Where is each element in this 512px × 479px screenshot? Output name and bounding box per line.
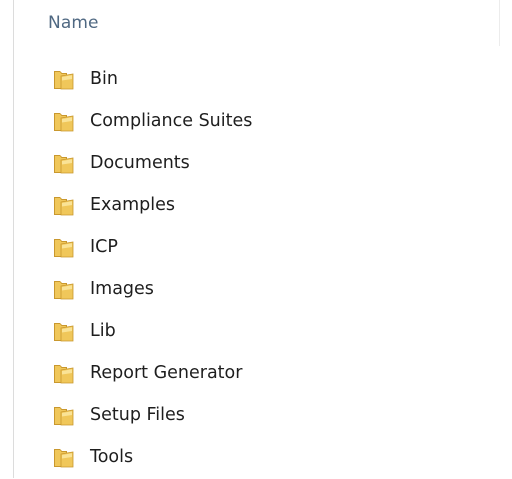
file-row-lib[interactable]: Lib [0, 311, 512, 353]
folder-icon [52, 320, 75, 343]
folder-icon [52, 278, 75, 301]
file-name: Examples [90, 195, 176, 215]
file-row-images[interactable]: Images [0, 269, 512, 311]
folder-icon [52, 152, 75, 175]
file-name: Compliance Suites [90, 111, 253, 131]
file-row-compliance-suites[interactable]: Compliance Suites [0, 101, 512, 143]
file-row-examples[interactable]: Examples [0, 185, 512, 227]
file-name: Setup Files [90, 405, 185, 425]
file-row-bin[interactable]: Bin [0, 59, 512, 101]
folder-icon [52, 404, 75, 427]
file-name: Lib [90, 321, 116, 341]
file-row-icp[interactable]: ICP [0, 227, 512, 269]
file-name: Report Generator [90, 363, 243, 383]
file-name: ICP [90, 237, 118, 257]
file-name: Bin [90, 69, 118, 89]
folder-icon [52, 236, 75, 259]
file-list: Bin Compliance Suites Documents Examples… [0, 59, 512, 479]
file-name: Images [90, 279, 154, 299]
name-column-header-label: Name [48, 13, 99, 33]
folder-icon [52, 110, 75, 133]
file-name: Documents [90, 153, 190, 173]
file-name: Tools [90, 447, 134, 467]
name-column-header[interactable]: Name [14, 0, 500, 46]
folder-icon [52, 362, 75, 385]
file-row-documents[interactable]: Documents [0, 143, 512, 185]
folder-icon [52, 446, 75, 469]
file-explorer-pane: Name Bin Compliance Suites Documents Exa… [0, 0, 512, 478]
folder-icon [52, 194, 75, 217]
file-row-report-generator[interactable]: Report Generator [0, 353, 512, 395]
folder-icon [52, 68, 75, 91]
file-row-setup-files[interactable]: Setup Files [0, 395, 512, 437]
file-row-tools[interactable]: Tools [0, 437, 512, 479]
